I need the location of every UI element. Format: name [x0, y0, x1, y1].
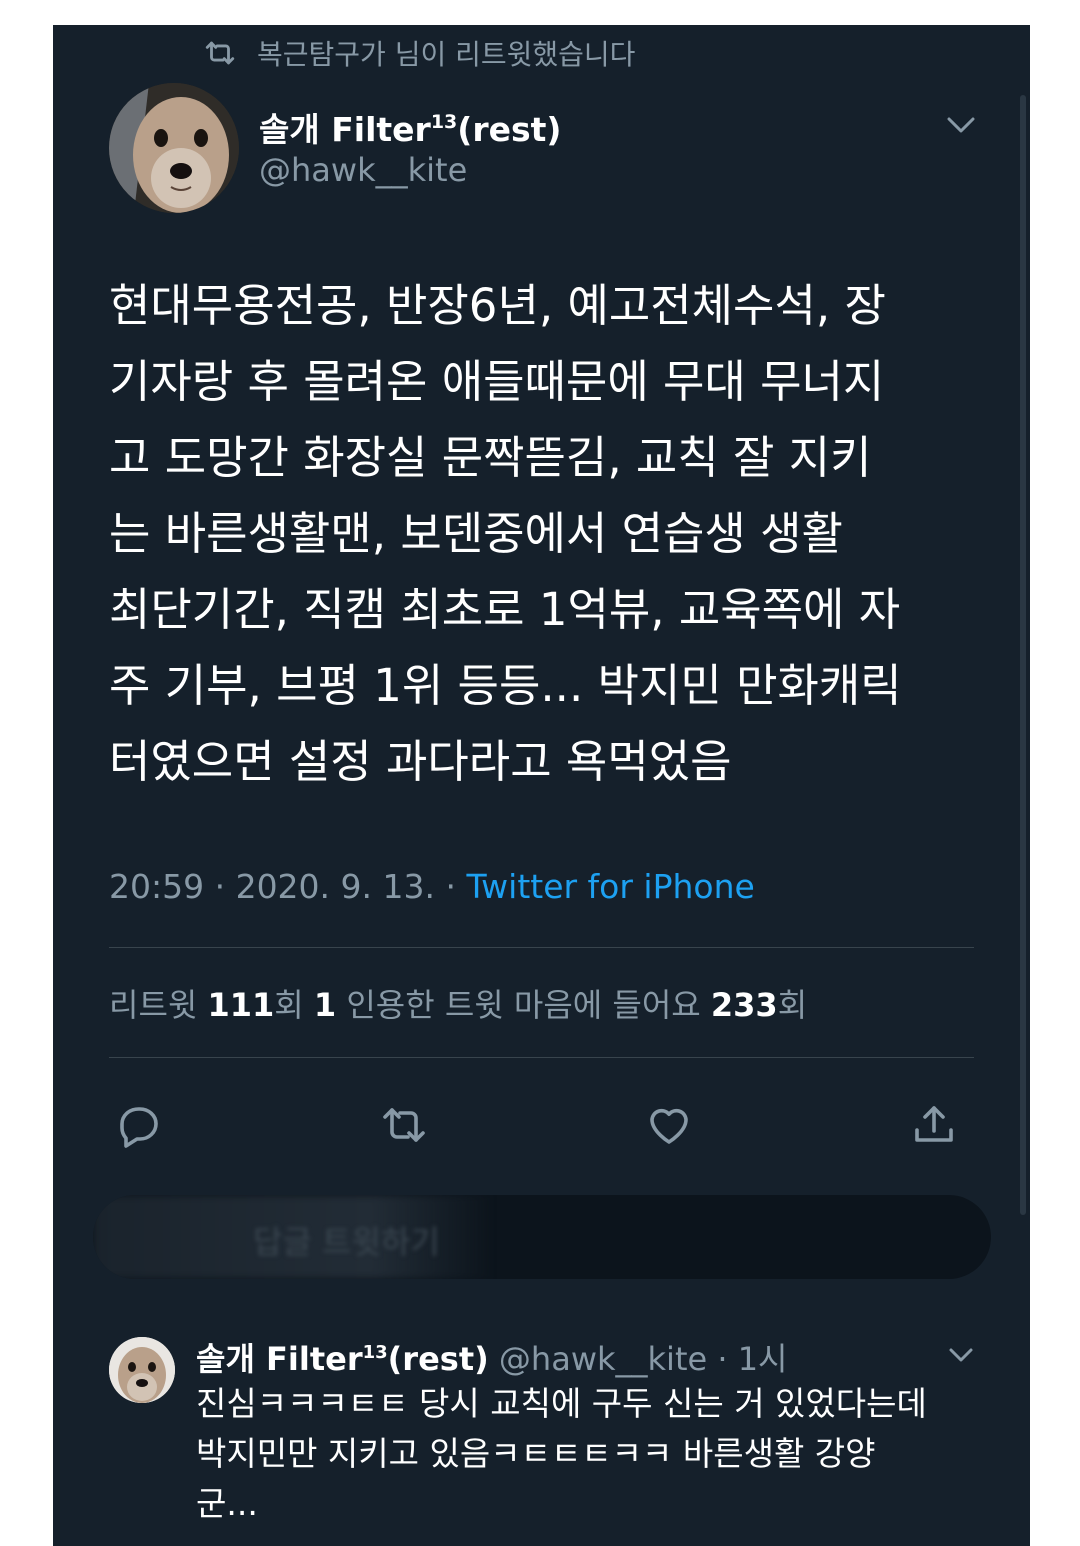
retweet-stat[interactable]: 리트윗 111회 — [109, 986, 314, 1024]
scrollbar[interactable] — [1020, 95, 1026, 1215]
tweet-actions — [109, 1095, 974, 1155]
reply-display-name-text: 솔개 Filter — [196, 1340, 363, 1378]
reply-display-name-suffix: (rest) — [387, 1340, 489, 1378]
retweet-icon — [383, 1108, 425, 1142]
quote-count: 1 — [313, 986, 337, 1024]
tweet-detail-screen: 복근탐구가 님이 리트윗했습니다 솔개 Filter13(rest) @hawk… — [53, 25, 1030, 1546]
reply-display-name[interactable]: 솔개 Filter13(rest) — [196, 1340, 489, 1378]
tweet-stats: 리트윗 111회 1 인용한 트윗 마음에 들어요 233회 — [109, 980, 807, 1026]
reply-meta: @hawk__kite · 1시 — [488, 1340, 788, 1378]
divider — [109, 1057, 974, 1058]
reply-text: 진심ㅋㅋㅋㅌㅌ 당시 교칙에 구두 신는 거 있었다는데 박지민만 지키고 있음… — [196, 1384, 927, 1523]
tweet-text: 현대무용전공, 반장6년, 예고전체수석, 장 기자랑 후 몰려온 애들때문에 … — [109, 279, 902, 788]
reply-header: 솔개 Filter13(rest) @hawk__kite · 1시 — [196, 1334, 788, 1380]
like-stat-unit: 회 — [777, 986, 808, 1024]
reply-compose-bar[interactable]: 답글 트윗하기 — [93, 1195, 991, 1279]
tweet-meta: 20:59 · 2020. 9. 13. · Twitter for iPhon… — [109, 867, 755, 906]
like-button[interactable] — [639, 1095, 699, 1155]
retweet-count: 111 — [207, 986, 275, 1024]
display-name-suffix: (rest) — [457, 110, 562, 149]
like-stat-label: 마음에 들어요 — [513, 986, 711, 1024]
retweet-stat-unit: 회 — [274, 986, 314, 1024]
retweet-button[interactable] — [374, 1095, 434, 1155]
chevron-down-icon[interactable] — [946, 1343, 976, 1367]
reply-button[interactable] — [109, 1095, 169, 1155]
user-handle[interactable]: @hawk__kite — [259, 151, 467, 189]
retweet-banner[interactable]: 복근탐구가 님이 리트윗했습니다 — [203, 33, 635, 73]
like-count: 233 — [710, 986, 778, 1024]
chevron-down-icon[interactable] — [943, 111, 979, 139]
retweet-banner-text: 복근탐구가 님이 리트윗했습니다 — [257, 38, 636, 71]
display-name-text: 솔개 Filter — [259, 110, 431, 149]
reply-avatar[interactable] — [109, 1337, 175, 1403]
tweet-timestamp: 20:59 · 2020. 9. 13. · — [109, 867, 467, 906]
display-name-superscript: 13 — [430, 111, 458, 133]
reply-display-name-superscript: 13 — [362, 1342, 388, 1363]
retweet-icon — [205, 41, 235, 65]
reply-icon — [120, 1107, 158, 1148]
reply-placeholder: 답글 트윗하기 — [253, 1223, 440, 1261]
quote-stat-label: 인용한 트윗 — [336, 986, 514, 1024]
like-stat[interactable]: 마음에 들어요 233회 — [514, 986, 807, 1024]
tweet-source-link[interactable]: Twitter for iPhone — [466, 867, 754, 906]
dog-avatar-image — [109, 1337, 175, 1403]
heart-icon — [650, 1108, 688, 1144]
quote-stat[interactable]: 1 인용한 트윗 — [314, 986, 514, 1024]
dog-avatar-image — [109, 83, 239, 213]
share-icon — [915, 1106, 953, 1142]
display-name[interactable]: 솔개 Filter13(rest) — [259, 103, 562, 151]
divider — [109, 947, 974, 948]
avatar[interactable] — [109, 83, 239, 213]
retweet-stat-label: 리트윗 — [109, 986, 208, 1024]
share-button[interactable] — [904, 1095, 964, 1155]
